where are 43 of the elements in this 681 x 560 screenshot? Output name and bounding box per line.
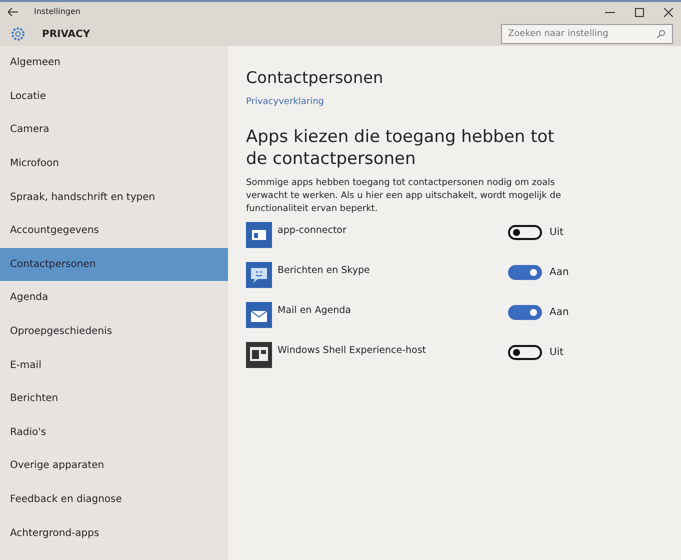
toggle-state-label: Aan [550,306,569,320]
sidebar-item[interactable]: Camera [0,113,228,147]
envelope-icon [246,302,272,328]
section-title: Contactpersonen [246,67,384,89]
sidebar-item[interactable]: Locatie [0,80,228,114]
sidebar-item[interactable]: Oproepgeschiedenis [0,314,228,348]
close-icon[interactable] [664,8,673,16]
search-field[interactable]: Zoeken naar instelling [501,24,673,44]
section-heading: Apps kiezen die toegang hebben tot de contactpersonen [246,126,556,172]
app-name: Mail en Agenda [278,304,352,318]
sidebar-item[interactable]: Radio's [0,416,228,450]
sidebar-item[interactable]: Accountgegevens [0,214,228,248]
chat-bubble-icon [246,262,272,288]
back-arrow-icon[interactable] [8,8,18,16]
sidebar-item[interactable]: Spraak, handschrift en typen [0,180,228,214]
app-name: app-connector [278,224,348,238]
sidebar-item[interactable]: Algemeen [0,46,228,80]
toggle-switch[interactable] [508,224,542,240]
sidebar-item[interactable]: Feedback en diagnose [0,482,228,516]
app-name: Windows Shell Experience-host [278,344,428,358]
toggle-switch[interactable] [508,304,542,320]
toggle-state-label: Aan [550,266,569,280]
toggle-state-label: Uit [550,346,564,360]
maximize-icon[interactable] [635,8,644,16]
sidebar-item[interactable]: Contactpersonen [0,248,228,282]
gear-icon [10,26,26,42]
window-title: Instellingen [34,6,80,18]
privacy-link[interactable]: Privacyverklaring [246,96,324,109]
window-icon [246,222,272,248]
toggle-state-label: Uit [550,226,564,240]
search-icon[interactable] [657,30,665,38]
sidebar-item[interactable]: E-mail [0,348,228,382]
sidebar-item[interactable]: Overige apparaten [0,449,228,483]
app-name: Berichten en Skype [278,264,371,278]
sidebar-item[interactable]: Berichten [0,382,228,416]
toggle-switch[interactable] [508,344,542,360]
toggle-switch[interactable] [508,264,542,280]
sidebar-item[interactable]: Achtergrond-apps [0,516,228,550]
description-text: Sommige apps hebben toegang tot contactpersonen nodig om zoals verwacht te werken. Als u hier een app uitschakelt, wordt mogelijk de functionaliteit ervan beperkt. [246,176,562,216]
sidebar-item[interactable]: Microfoon [0,146,228,180]
page-title: PRIVACY [42,28,90,42]
window-icon [246,342,272,368]
sidebar-item[interactable]: Agenda [0,281,228,315]
